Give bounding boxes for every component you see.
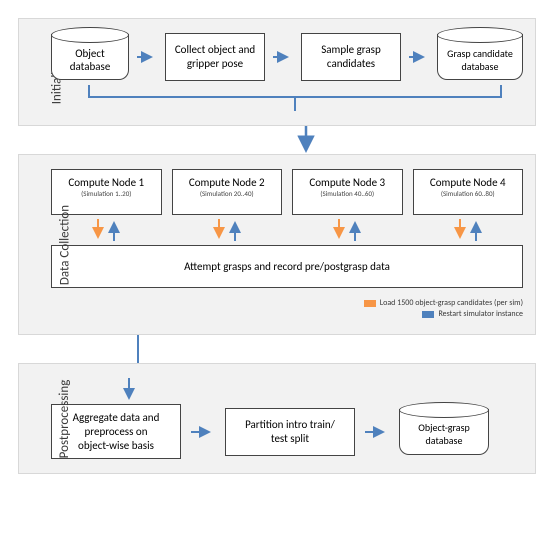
compute-node-3: Compute Node 3 (Simulation 40..60)	[292, 169, 403, 215]
up-arrow-icon	[229, 217, 241, 243]
legend-orange-label: Load 1500 object-grasp candidates (per s…	[380, 298, 523, 308]
up-arrow-icon	[108, 217, 120, 243]
legend-blue-row: Restart simulator instance	[51, 309, 523, 319]
section-label-data-collection: Data Collection	[58, 204, 73, 284]
arrow-icon	[273, 50, 293, 64]
partition-label: Partition intro train/ test split	[230, 418, 350, 446]
down-arrow-icon	[92, 217, 104, 243]
collect-box: Collect object and gripper pose	[165, 33, 265, 81]
aggregate-label: Aggregate data and preprocess on object-…	[56, 411, 176, 452]
compute-node-2-sub: (Simulation 20..40)	[175, 189, 280, 198]
feedback-line	[51, 85, 523, 111]
down-arrow-icon	[213, 217, 225, 243]
up-arrow-icon	[470, 217, 482, 243]
compute-node-1-title: Compute Node 1	[54, 176, 159, 189]
object-database: Object database	[51, 34, 129, 80]
grasp-db-label: Grasp candidate database	[442, 47, 518, 73]
bidirectional-arrows-row	[51, 217, 523, 243]
updown-2	[172, 217, 283, 243]
grasp-candidate-database: Grasp candidate database	[437, 34, 523, 80]
compute-nodes-row: Compute Node 1 (Simulation 1..20) Comput…	[51, 169, 523, 215]
collect-label: Collect object and gripper pose	[170, 43, 260, 71]
arrow-icon	[137, 50, 157, 64]
updown-4	[413, 217, 524, 243]
section-postprocessing: Postprocessing Aggregate data and prepro…	[18, 363, 536, 474]
arrow-icon	[365, 425, 389, 439]
section-data-collection: Data Collection Compute Node 1 (Simulati…	[18, 154, 536, 335]
compute-node-4: Compute Node 4 (Simulation 60..80)	[413, 169, 524, 215]
down-arrow-icon	[333, 217, 345, 243]
compute-node-3-sub: (Simulation 40..60)	[295, 189, 400, 198]
up-arrow-icon	[349, 217, 361, 243]
legend-orange-row: Load 1500 object-grasp candidates (per s…	[51, 298, 523, 308]
updown-3	[292, 217, 403, 243]
object-grasp-database: Object-grasp database	[399, 409, 489, 455]
legend-blue-label: Restart simulator instance	[438, 309, 523, 319]
init-row: Object database Collect object and gripp…	[51, 33, 523, 81]
arrow-icon	[409, 50, 429, 64]
compute-node-4-title: Compute Node 4	[416, 176, 521, 189]
legend-swatch-blue	[422, 311, 434, 318]
object-database-label: Object database	[56, 47, 124, 73]
attempt-box: Attempt grasps and record pre/postgrasp …	[51, 245, 523, 288]
legend: Load 1500 object-grasp candidates (per s…	[51, 298, 523, 319]
compute-node-2-title: Compute Node 2	[175, 176, 280, 189]
compute-node-2: Compute Node 2 (Simulation 20..40)	[172, 169, 283, 215]
postprocessing-row: Aggregate data and preprocess on object-…	[51, 404, 523, 459]
down-arrow-icon	[454, 217, 466, 243]
section-connector-2-3	[18, 335, 536, 363]
section-connector-1-2	[18, 126, 536, 154]
partition-box: Partition intro train/ test split	[225, 408, 355, 456]
section-initialization: Initialization Object database Collect o…	[18, 18, 536, 126]
arrow-icon	[191, 425, 215, 439]
incoming-arrow	[51, 378, 523, 404]
legend-swatch-orange	[364, 300, 376, 307]
section-label-postprocessing: Postprocessing	[57, 379, 72, 458]
sample-box: Sample grasp candidates	[301, 33, 401, 81]
compute-node-4-sub: (Simulation 60..80)	[416, 189, 521, 198]
object-grasp-db-label: Object-grasp database	[404, 421, 484, 447]
compute-node-3-title: Compute Node 3	[295, 176, 400, 189]
compute-node-1-sub: (Simulation 1..20)	[54, 189, 159, 198]
attempt-label: Attempt grasps and record pre/postgrasp …	[184, 260, 390, 273]
sample-label: Sample grasp candidates	[306, 43, 396, 71]
